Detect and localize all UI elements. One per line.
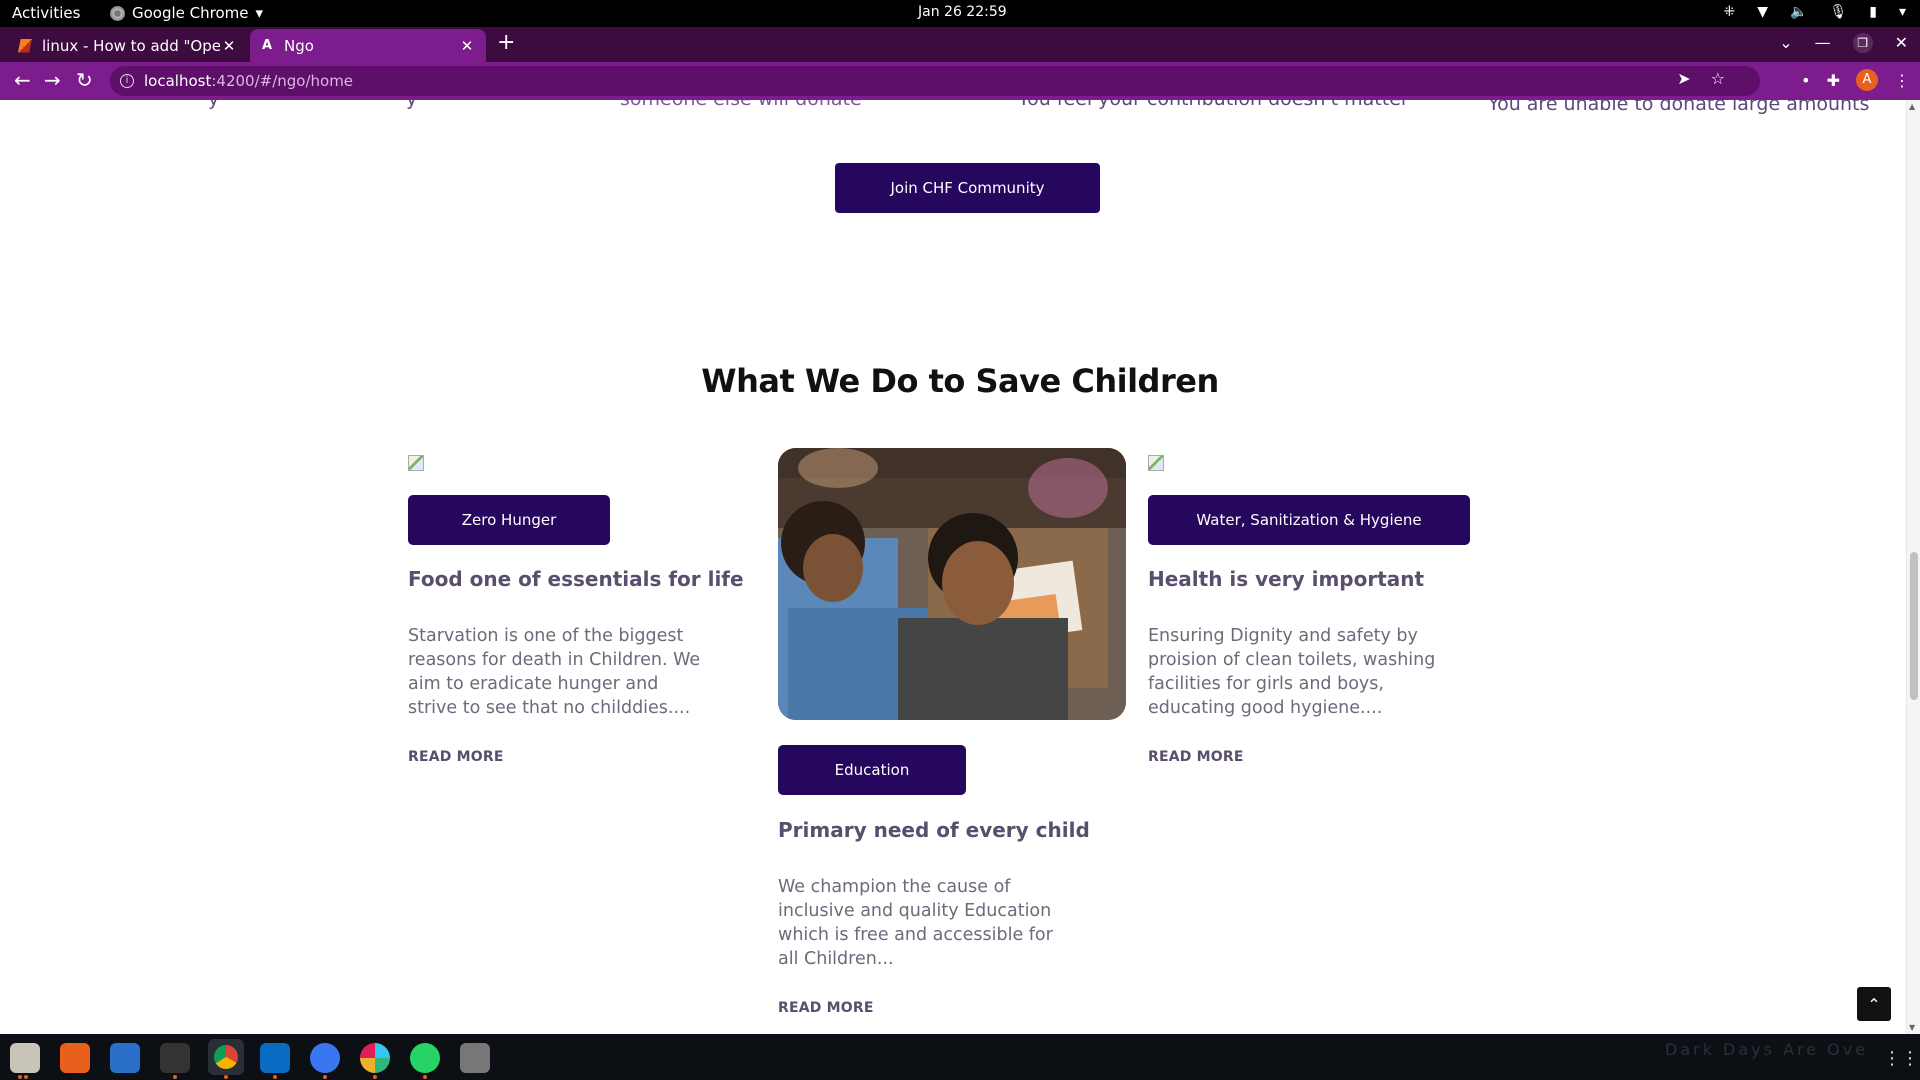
new-tab-button[interactable]: + — [497, 30, 515, 55]
card-heading: Primary need of every child — [778, 818, 1090, 842]
back-icon[interactable]: ← — [14, 68, 31, 92]
card-text: Starvation is one of the biggest reasons… — [408, 626, 701, 718]
tab-ngo[interactable]: A Ngo ✕ — [250, 29, 486, 62]
tag-water-sanitization-hygiene[interactable]: Water, Sanitization & Hygiene — [1148, 495, 1470, 545]
tab-search-icon[interactable]: ⌄ — [1779, 33, 1792, 53]
power-menu-icon[interactable]: ▾ — [1899, 4, 1906, 20]
running-indicator — [323, 1075, 327, 1079]
section-title: What We Do to Save Children — [701, 362, 1219, 400]
scroll-up-arrow-icon[interactable]: ▲ — [1909, 102, 1915, 111]
running-indicator — [423, 1075, 427, 1079]
url-host: localhost — [144, 72, 212, 90]
reload-icon[interactable]: ↻ — [76, 68, 93, 92]
scrollbar-thumb[interactable] — [1910, 552, 1918, 700]
microphone-icon[interactable]: 🎙 — [1829, 4, 1847, 20]
page-viewport: y y someone else will donate You feel yo… — [0, 100, 1920, 1034]
toolbar-actions: • ✚ A ⋮ — [1801, 69, 1910, 91]
window-controls: ⌄ — ❐ ✕ — [1779, 33, 1908, 53]
omnibox-actions: ➤ ☆ — [1677, 69, 1725, 88]
taskbar-dock: Dark Days Are Ove ⋮⋮⋮ — [0, 1034, 1920, 1080]
broken-image-icon — [408, 455, 424, 471]
tab-title: Ngo — [284, 36, 314, 55]
whatsapp-icon[interactable] — [410, 1043, 440, 1073]
kebab-menu-icon[interactable]: ⋮ — [1894, 71, 1910, 90]
clipped-text: someone else will donate — [620, 100, 862, 110]
forward-icon[interactable]: → — [44, 68, 61, 92]
card-text: Ensuring Dignity and safety by proision … — [1148, 626, 1436, 718]
wallpaper-text: Dark Days Are Ove — [1665, 1040, 1869, 1059]
card-heading: Health is very important — [1148, 567, 1425, 591]
show-apps-grid-icon[interactable]: ⋮⋮⋮ — [1883, 1048, 1920, 1069]
card-text: We champion the cause of inclusive and q… — [778, 877, 1053, 969]
running-indicator — [24, 1075, 28, 1079]
close-icon[interactable]: ✕ — [220, 37, 238, 55]
page-scrollbar[interactable]: ▲ ▼ — [1906, 100, 1920, 1034]
volume-icon[interactable]: 🔈 — [1790, 4, 1807, 20]
scroll-down-arrow-icon[interactable]: ▼ — [1909, 1023, 1915, 1032]
writer-icon[interactable] — [110, 1043, 140, 1073]
profile-avatar[interactable]: A — [1856, 69, 1878, 91]
restore-icon[interactable]: ❐ — [1852, 33, 1873, 53]
running-indicator — [173, 1075, 177, 1079]
tag-education[interactable]: Education — [778, 745, 966, 795]
extension-icon[interactable]: • — [1801, 71, 1810, 90]
card-heading: Food one of essentials for life — [408, 567, 744, 591]
chrome-icon — [110, 5, 125, 21]
broken-image-icon — [1148, 455, 1164, 471]
running-indicator — [373, 1075, 377, 1079]
system-tray[interactable]: ⁜ ▼ 🔈 🎙 ▮ ▾ — [1724, 4, 1906, 20]
chevron-down-icon: ▾ — [255, 4, 264, 22]
close-icon[interactable]: ✕ — [458, 37, 476, 55]
chevron-up-icon: ⌃ — [1867, 994, 1881, 1014]
vscode-icon[interactable] — [260, 1043, 290, 1073]
bookmark-star-icon[interactable]: ☆ — [1711, 69, 1725, 88]
read-more-link[interactable]: READ MORE — [1148, 749, 1244, 765]
site-info-icon[interactable]: i — [120, 74, 134, 88]
scroll-to-top-button[interactable]: ⌃ — [1857, 987, 1891, 1021]
browser-toolbar: ← → ↻ i localhost:4200/#/ngo/home ➤ ☆ • … — [0, 62, 1920, 100]
tab-strip: linux - How to add "Open ✕ A Ngo ✕ — [0, 27, 1920, 62]
battery-icon[interactable]: ▮ — [1869, 4, 1877, 20]
running-indicator — [273, 1075, 277, 1079]
read-more-link[interactable]: READ MORE — [408, 749, 504, 765]
children-classroom-photo — [778, 448, 1126, 720]
minimize-icon[interactable]: — — [1815, 33, 1831, 53]
tab-title: linux - How to add "Open — [42, 36, 220, 55]
terminal-icon[interactable] — [160, 1043, 190, 1073]
software-icon[interactable] — [60, 1043, 90, 1073]
join-community-button[interactable]: Join CHF Community — [835, 163, 1100, 213]
running-indicator — [18, 1075, 22, 1079]
app-menu[interactable]: Google Chrome ▾ — [110, 4, 263, 22]
url-path: :4200/#/ngo/home — [211, 72, 354, 90]
clipped-text: You feel your contribution doesn't matte… — [1018, 100, 1409, 110]
network-icon[interactable]: ⁜ — [1724, 4, 1736, 20]
app-menu-label: Google Chrome — [132, 4, 249, 22]
chrome-logo — [214, 1045, 238, 1069]
activities-button[interactable]: Activities — [12, 4, 80, 22]
tab-stackoverflow[interactable]: linux - How to add "Open ✕ — [8, 29, 248, 62]
extensions-puzzle-icon[interactable]: ✚ — [1827, 71, 1840, 90]
read-more-link[interactable]: READ MORE — [778, 1000, 874, 1016]
tag-zero-hunger[interactable]: Zero Hunger — [408, 495, 610, 545]
signal-icon[interactable] — [310, 1043, 340, 1073]
files-icon[interactable] — [10, 1043, 40, 1073]
slack-icon[interactable] — [360, 1043, 390, 1073]
address-bar[interactable]: i localhost:4200/#/ngo/home — [110, 66, 1760, 96]
clipped-text: y — [406, 100, 417, 110]
running-indicator — [224, 1075, 228, 1079]
clipped-text: y — [208, 100, 219, 110]
wifi-icon[interactable]: ▼ — [1757, 4, 1768, 20]
close-window-icon[interactable]: ✕ — [1895, 33, 1908, 53]
usb-icon[interactable] — [460, 1043, 490, 1073]
clock[interactable]: Jan 26 22:59 — [918, 4, 1007, 20]
send-to-device-icon[interactable]: ➤ — [1677, 69, 1690, 88]
clipped-text: You are unable to donate large amounts — [1488, 100, 1870, 115]
angular-icon: A — [261, 37, 273, 53]
stackoverflow-icon — [18, 38, 32, 53]
system-top-bar: Activities Google Chrome ▾ Jan 26 22:59 … — [0, 0, 1920, 27]
